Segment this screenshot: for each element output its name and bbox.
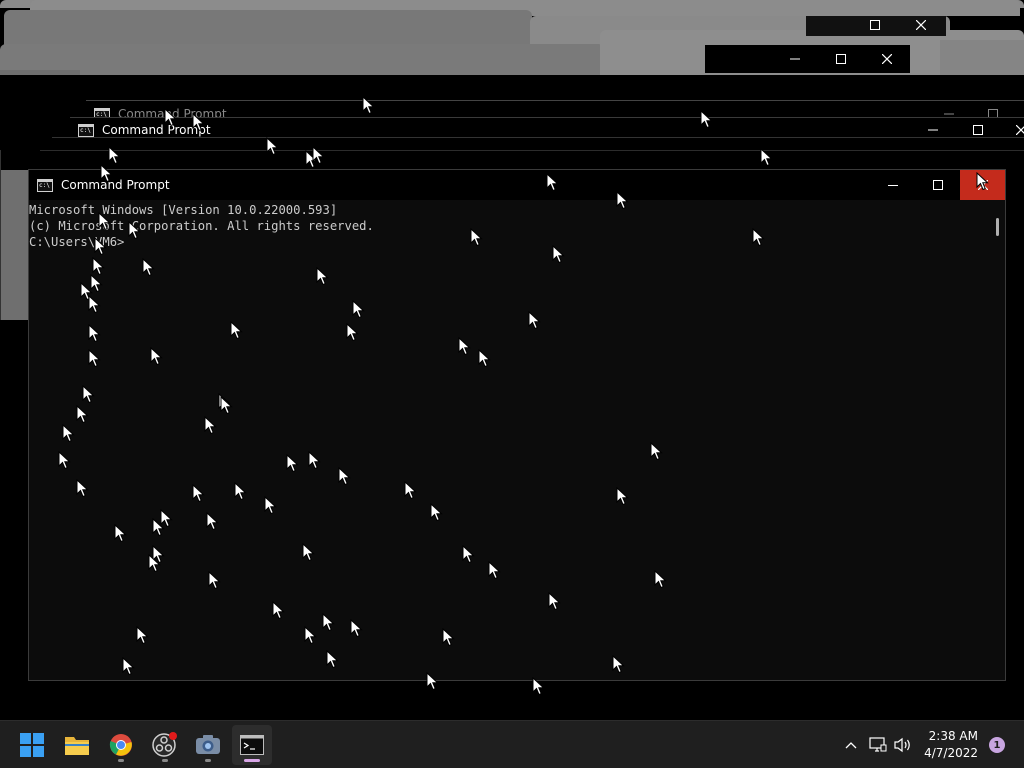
window-controls bbox=[870, 170, 1005, 200]
maximize-icon bbox=[932, 180, 943, 190]
notification-badge[interactable]: 1 bbox=[989, 737, 1005, 753]
file-explorer-icon bbox=[65, 737, 89, 755]
close-icon bbox=[877, 45, 897, 73]
minimize-icon bbox=[785, 45, 805, 73]
ghost-window-titlebar bbox=[705, 45, 910, 73]
command-prompt-icon bbox=[78, 123, 94, 137]
running-indicator bbox=[205, 759, 211, 762]
running-indicator bbox=[244, 759, 260, 762]
ghost-window-border bbox=[0, 150, 1, 320]
taskbar-obs-studio[interactable] bbox=[145, 725, 185, 765]
network-icon bbox=[869, 737, 887, 752]
console-output[interactable]: Microsoft Windows [Version 10.0.22000.59… bbox=[29, 200, 1005, 680]
window-titlebar[interactable]: Command Prompt bbox=[29, 170, 1005, 200]
ghost-window-border bbox=[70, 117, 1024, 118]
maximize-icon bbox=[973, 125, 983, 135]
ghost-window-titlebar bbox=[806, 16, 946, 36]
volume-control[interactable] bbox=[893, 735, 913, 755]
obs-studio-icon bbox=[152, 732, 177, 757]
ghost-window-titlebar: Command Prompt bbox=[70, 117, 1024, 143]
show-hidden-icons-button[interactable] bbox=[841, 735, 861, 755]
close-button[interactable] bbox=[960, 170, 1005, 200]
minimize-icon bbox=[887, 185, 898, 186]
minimize-icon bbox=[928, 125, 938, 135]
taskbar: 2:38 AM 4/7/2022 1 bbox=[0, 720, 1024, 768]
close-icon bbox=[1016, 125, 1024, 135]
clock-time: 2:38 AM bbox=[928, 729, 978, 743]
console-line: Microsoft Windows [Version 10.0.22000.59… bbox=[29, 203, 338, 217]
close-icon bbox=[977, 180, 988, 190]
command-prompt-icon bbox=[37, 178, 53, 192]
windows-start-icon bbox=[20, 733, 44, 757]
scrollbar-thumb[interactable] bbox=[996, 218, 999, 236]
network-status[interactable] bbox=[868, 735, 888, 755]
minimize-button[interactable] bbox=[870, 170, 915, 200]
running-indicator bbox=[118, 759, 124, 762]
maximize-icon bbox=[870, 20, 880, 30]
ghost-window-title: Command Prompt bbox=[102, 123, 211, 137]
maximize-icon bbox=[831, 45, 851, 73]
running-indicator bbox=[162, 759, 168, 762]
taskbar-file-explorer[interactable] bbox=[57, 725, 97, 765]
taskbar-chrome[interactable] bbox=[101, 725, 141, 765]
background-window-trail bbox=[0, 44, 604, 78]
system-clock[interactable]: 2:38 AM 4/7/2022 bbox=[924, 728, 978, 762]
ghost-window-border bbox=[40, 150, 1024, 151]
chrome-icon bbox=[109, 734, 132, 756]
command-prompt-icon bbox=[240, 735, 264, 755]
chevron-up-icon bbox=[845, 742, 857, 749]
taskbar-command-prompt[interactable] bbox=[232, 725, 272, 765]
start-button[interactable] bbox=[12, 725, 52, 765]
window-title: Command Prompt bbox=[61, 178, 170, 192]
volume-icon bbox=[894, 737, 910, 753]
maximize-button[interactable] bbox=[915, 170, 960, 200]
close-icon bbox=[916, 20, 926, 30]
clock-date: 4/7/2022 bbox=[924, 746, 978, 760]
taskbar-camera[interactable] bbox=[188, 725, 228, 765]
console-prompt: C:\Users\VM6> bbox=[29, 235, 125, 249]
ghost-window-border bbox=[52, 137, 1024, 138]
ghost-window-border bbox=[86, 100, 1024, 101]
command-prompt-window[interactable]: Command Prompt Microsoft Windows [Versio… bbox=[28, 169, 1006, 681]
console-line: (c) Microsoft Corporation. All rights re… bbox=[29, 219, 374, 233]
camera-icon bbox=[196, 735, 220, 754]
